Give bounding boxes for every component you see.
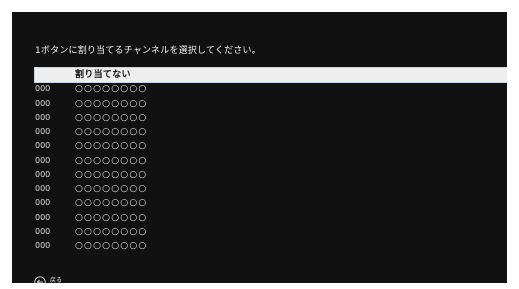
channel-number: 000	[35, 184, 51, 193]
channel-item[interactable]: 000 ○○○○○○○○	[35, 97, 507, 111]
page-title: 1ボタンに割り当てるチャンネルを選択してください。	[35, 46, 261, 56]
channel-name: ○○○○○○○○	[75, 98, 148, 109]
channel-number: 000	[35, 98, 51, 108]
channel-item[interactable]: 000 ○○○○○○○○	[35, 154, 507, 168]
channel-number: 000	[35, 226, 51, 236]
channel-name: ○○○○○○○○	[75, 141, 148, 152]
channel-name: ○○○○○○○○	[75, 169, 148, 180]
channel-name: ○○○○○○○○	[75, 212, 148, 223]
channel-list: 割り当てない 000 ○○○○○○○○ 000 ○○○○○○○○ 000 ○○○…	[34, 66, 507, 253]
channel-item[interactable]: 000 ○○○○○○○○	[35, 111, 507, 125]
channel-name: ○○○○○○○○	[75, 198, 148, 209]
channel-name: ○○○○○○○○	[75, 184, 148, 194]
channel-item[interactable]: 000 ○○○○○○○○	[35, 139, 507, 153]
channel-number: 000	[35, 169, 51, 179]
channel-number: 000	[35, 84, 51, 94]
channel-name: ○○○○○○○○	[75, 241, 148, 251]
channel-number: 000	[35, 155, 51, 165]
back-button[interactable]: 戻る	[34, 272, 62, 283]
channel-item[interactable]: 000 ○○○○○○○○	[35, 211, 507, 225]
channel-number: 000	[35, 241, 51, 250]
channel-name: ○○○○○○○○	[75, 112, 148, 123]
tv-screen: 1ボタンに割り当てるチャンネルを選択してください。 割り当てない 000 ○○○…	[12, 12, 507, 283]
channel-number: 000	[35, 141, 51, 151]
channel-item[interactable]: 000 ○○○○○○○○	[35, 168, 507, 182]
channel-name: ○○○○○○○○	[75, 155, 148, 166]
channel-item[interactable]: 000 ○○○○○○○○	[35, 182, 507, 196]
channel-name: ○○○○○○○○	[75, 226, 148, 237]
channel-item[interactable]: 000 ○○○○○○○○	[35, 125, 507, 139]
channel-name: ○○○○○○○○	[75, 84, 148, 95]
channel-item[interactable]: 000 ○○○○○○○○	[35, 239, 507, 253]
back-arrow-icon	[34, 273, 46, 283]
channel-number: 000	[35, 198, 51, 208]
channel-item[interactable]: 000 ○○○○○○○○	[35, 196, 507, 210]
channel-number: 000	[35, 112, 51, 122]
back-label: 戻る	[50, 276, 63, 284]
channel-item-unassigned[interactable]: 割り当てない	[34, 66, 507, 84]
channel-item[interactable]: 000 ○○○○○○○○	[35, 82, 507, 96]
channel-name: ○○○○○○○○	[75, 127, 148, 137]
channel-item[interactable]: 000 ○○○○○○○○	[35, 225, 507, 239]
channel-number: 000	[35, 212, 51, 222]
channel-number: 000	[35, 127, 51, 136]
channel-name: 割り当てない	[75, 70, 131, 80]
